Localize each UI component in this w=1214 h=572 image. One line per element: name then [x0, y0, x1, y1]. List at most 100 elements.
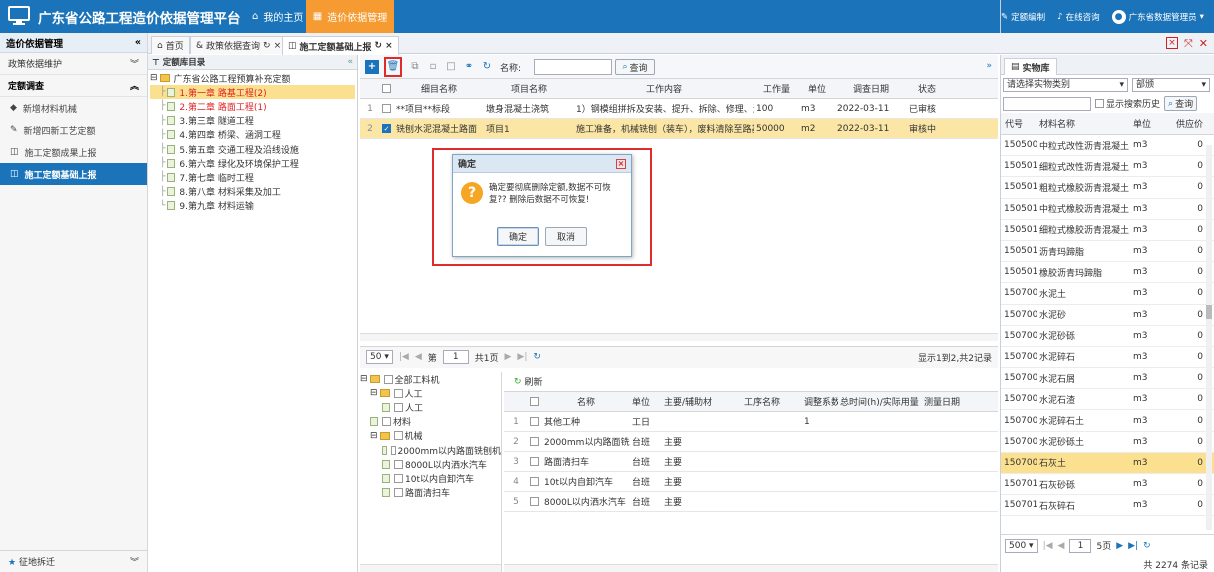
work-tree-labor[interactable]: ⊟ 人工	[360, 386, 501, 400]
work-tree-material[interactable]: 材料	[360, 415, 501, 429]
sidebar-item-new-material[interactable]: ◆ 新增材料机械	[0, 97, 147, 119]
tree-item-3[interactable]: ├ 3.第三章 隧道工程	[150, 114, 355, 128]
select-all-checkbox[interactable]	[382, 83, 391, 93]
material-row[interactable]: 150501 中粒式橡胶沥青混凝土 m3 0	[1001, 199, 1214, 220]
tree-item-8[interactable]: ├ 8.第八章 材料采集及加工	[150, 185, 355, 199]
online-consult-link[interactable]: ♪ 在线咨询	[1057, 11, 1099, 23]
work-tree-root[interactable]: ⊟ 全部工料机	[360, 372, 501, 386]
refresh-button[interactable]: ↻ 刷新	[504, 372, 998, 392]
refresh-icon[interactable]: ↻	[1143, 541, 1151, 551]
category-select[interactable]: 请选择实物类别 ▾	[1003, 77, 1128, 92]
table-row[interactable]: 2 ✓ 铣刨水泥混凝土路面 项目1 施工准备，机械铣刨（装车），废料清除至路基 …	[360, 119, 998, 139]
material-row[interactable]: 150501 细粒式改性沥青混凝土 m3 0	[1001, 156, 1214, 178]
page-input[interactable]: 1	[442, 350, 469, 364]
sidebar-group-policy[interactable]: 政策依据维护 ︾	[0, 53, 147, 75]
close-icon[interactable]: ×	[385, 41, 393, 51]
prev-page-icon[interactable]: ◀	[415, 352, 422, 362]
tree-item-9[interactable]: └ 9.第九章 材料运输	[150, 199, 355, 213]
material-row[interactable]: 150501 沥青玛蹄脂 m3 0	[1001, 241, 1214, 263]
add-icon[interactable]: +	[365, 60, 379, 74]
name-input[interactable]	[534, 59, 612, 75]
sidebar-group-survey[interactable]: 定额调查 ︽	[0, 75, 147, 97]
tree-item-5[interactable]: ├ 5.第五章 交通工程及沿线设施	[150, 142, 355, 156]
work-tree-machine-item[interactable]: 路面清扫车	[360, 486, 501, 500]
material-row[interactable]: 150700 水泥砂砾土 m3 0	[1001, 432, 1214, 453]
blank-icon[interactable]: □	[444, 60, 458, 74]
collapse-icon[interactable]: «	[348, 57, 354, 67]
material-row[interactable]: 150700 水泥碎石 m3 0	[1001, 347, 1214, 369]
next-page-icon[interactable]: ▶	[1116, 541, 1123, 551]
work-tree-machine-item[interactable]: 8000L以内洒水汽车	[360, 457, 501, 471]
material-search-input[interactable]	[1003, 96, 1091, 111]
refresh-icon[interactable]: ↻	[533, 352, 541, 362]
nav-cost-basis[interactable]: ▦ 造价依据管理	[306, 0, 394, 33]
material-row[interactable]: 150501 橡胶沥青玛蹄脂 m3 0	[1001, 262, 1214, 284]
tree-item-6[interactable]: ├ 6.第六章 绿化及环境保护工程	[150, 156, 355, 170]
material-row[interactable]: 150501 细粒式橡胶沥青混凝土 m3 0	[1001, 220, 1214, 241]
table-row[interactable]: 4 10t以内自卸汽车 台班 主要	[504, 472, 998, 492]
last-page-icon[interactable]: ▶|	[1128, 541, 1138, 551]
page-size-select[interactable]: 50 ▾	[366, 350, 393, 364]
material-row[interactable]: 150501 粗粒式橡胶沥青混凝土 m3 0	[1001, 177, 1214, 199]
material-row[interactable]: 150700 水泥石渣 m3 0	[1001, 389, 1214, 411]
select-all-checkbox[interactable]	[530, 396, 539, 406]
refresh-icon[interactable]: ↻	[263, 41, 271, 51]
sidebar-footer-land[interactable]: ★ 征地拆迁 ︾	[0, 550, 147, 572]
fullscreen-icon[interactable]: ⤧	[1184, 37, 1193, 51]
work-tree-machine-item[interactable]: 2000mm以内路面铣刨机	[360, 443, 501, 457]
table-row[interactable]: 1 **项目**标段 墩身混凝土浇筑 1）钢模组拼拆及安装、提升、拆除、修理、涂…	[360, 99, 998, 119]
material-row[interactable]: 150700 水泥砂 m3 0	[1001, 305, 1214, 326]
first-page-icon[interactable]: |◀	[399, 352, 409, 362]
ok-button[interactable]: 确定	[497, 227, 539, 246]
material-row[interactable]: 150500 中粒式改性沥青混凝土 m3 0	[1001, 135, 1214, 157]
close-icon[interactable]: ✕	[1199, 37, 1208, 51]
sidebar-item-basic-report[interactable]: ◫ 施工定额基础上报	[0, 163, 147, 185]
page-icon[interactable]: ▫	[426, 60, 440, 74]
nav-home[interactable]: ⌂ 我的主页	[240, 0, 315, 33]
last-page-icon[interactable]: ▶|	[517, 352, 527, 362]
close-icon[interactable]: ×	[274, 41, 282, 51]
refresh-icon[interactable]: ↻	[480, 60, 494, 74]
prev-page-icon[interactable]: ◀	[1058, 541, 1065, 551]
work-tree-machine-item[interactable]: 10t以内自卸汽车	[360, 471, 501, 485]
tree-item-1[interactable]: ├ 1.第一章 路基工程(2)	[150, 85, 355, 100]
work-tree-machine[interactable]: ⊟ 机械	[360, 429, 501, 443]
quota-edit-link[interactable]: ✎ 定额编制	[1001, 11, 1045, 23]
expand-icon[interactable]: »	[986, 61, 992, 71]
next-page-icon[interactable]: ▶	[504, 352, 511, 362]
material-row[interactable]: 150700 水泥土 m3 0	[1001, 283, 1214, 305]
link-icon[interactable]: ⚭	[462, 60, 476, 74]
tab-material-library[interactable]: ▤ 实物库	[1004, 58, 1057, 75]
table-row[interactable]: 1 其他工种 工日 1	[504, 412, 998, 432]
page-input[interactable]: 1	[1069, 538, 1092, 553]
material-search-button[interactable]: ⌕ 查询	[1164, 96, 1198, 111]
cancel-button[interactable]: 取消	[545, 227, 587, 246]
tab-home[interactable]: ⌂ 首页	[151, 36, 190, 54]
sidebar-item-result-report[interactable]: ◫ 施工定额成果上报	[0, 141, 147, 163]
refresh-icon[interactable]: ↻	[375, 41, 383, 51]
work-tree-labor-item[interactable]: 人工	[360, 400, 501, 414]
close-icon[interactable]: ×	[616, 158, 626, 169]
material-row[interactable]: 150701石灰砂砾土m30	[1001, 516, 1214, 518]
close-all-icon[interactable]: ×	[1165, 37, 1178, 49]
first-page-icon[interactable]: |◀	[1043, 541, 1053, 551]
h-scrollbar[interactable]	[360, 564, 501, 572]
tree-item-2[interactable]: ├ 2.第二章 路面工程(1)	[150, 99, 355, 113]
material-row[interactable]: 150700 水泥石屑 m3 0	[1001, 368, 1214, 390]
sidebar-item-new-process[interactable]: ✎ 新增四新工艺定额	[0, 119, 147, 141]
table-row[interactable]: 2 2000mm以内路面铣刨机台班主要	[504, 432, 998, 452]
table-row[interactable]: 5 8000L以内洒水汽车 台班 主要	[504, 492, 998, 512]
collapse-icon[interactable]: «	[135, 37, 141, 48]
tree-item-4[interactable]: ├ 4.第四章 桥梁、涵洞工程	[150, 128, 355, 142]
tab-policy-query[interactable]: & 政策依据查询 ↻ ×	[190, 36, 288, 54]
search-button[interactable]: ⌕ 查询	[615, 59, 655, 75]
h-scrollbar[interactable]	[504, 564, 998, 572]
material-row[interactable]: 150701 石灰碎石 m3 0	[1001, 495, 1214, 517]
row-checkbox-checked[interactable]: ✓	[382, 123, 391, 133]
material-row[interactable]: 150701 石灰砂砾 m3 0	[1001, 474, 1214, 496]
material-row[interactable]: 150700 水泥碎石土 m3 0	[1001, 410, 1214, 432]
tab-basic-report[interactable]: ◫ 施工定额基础上报 ↻ ×	[282, 36, 399, 55]
delete-icon[interactable]: 🗑	[386, 60, 400, 74]
show-history-checkbox[interactable]: 显示搜索历史	[1095, 97, 1160, 110]
user-menu[interactable]: ● 广东省数据管理员 ▾	[1111, 9, 1204, 24]
